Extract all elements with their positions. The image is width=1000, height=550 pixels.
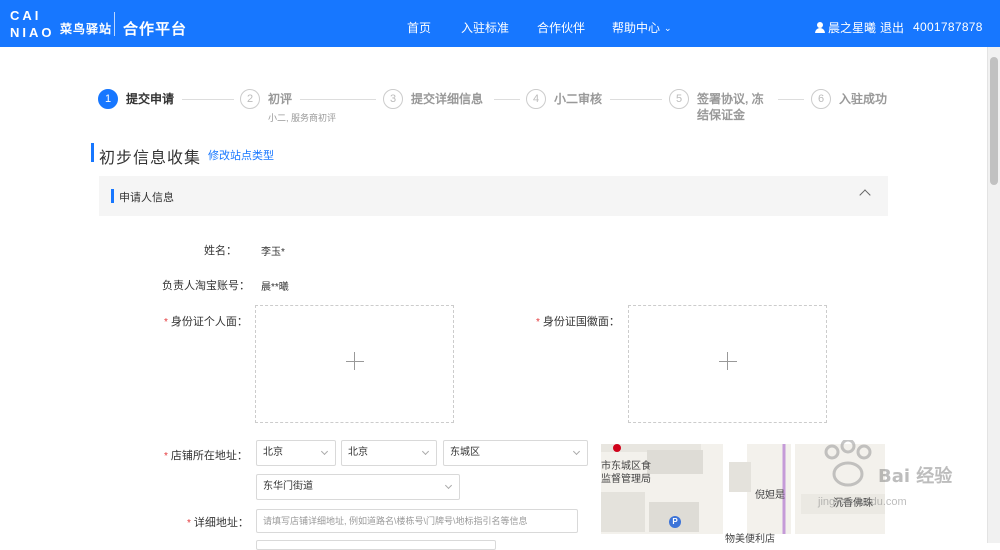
id-back-label-text: 身份证国徽面： <box>542 316 620 328</box>
logout-link[interactable]: 退出 <box>880 21 904 35</box>
panel-title: 申请人信息 <box>119 192 174 204</box>
step-number: 4 <box>526 89 546 109</box>
step-number: 5 <box>669 89 689 109</box>
chevron-down-icon: ⌄ <box>664 23 672 33</box>
district-select[interactable]: 东城区 <box>443 440 588 466</box>
street-value: 东华门街道 <box>263 481 313 492</box>
name-label: 姓名： <box>204 245 237 257</box>
map-label: 监督管理局 <box>601 474 651 485</box>
next-field-input[interactable] <box>256 540 496 550</box>
user-name[interactable]: 晨之星曦 <box>828 21 876 35</box>
step-number: 2 <box>240 89 260 109</box>
step-connector <box>610 99 662 100</box>
required-mark: * <box>164 317 168 328</box>
logo-divider <box>114 12 115 36</box>
step-sublabel: 小二, 服务商初评 <box>268 113 337 123</box>
panel-accent-bar <box>111 189 114 203</box>
step-label-line2: 结保证金 <box>697 108 746 122</box>
step-connector <box>778 99 804 100</box>
chevron-down-icon <box>572 447 581 456</box>
chevron-down-icon <box>421 447 430 456</box>
province-select[interactable]: 北京 <box>256 440 336 466</box>
chevron-up-icon[interactable] <box>859 189 871 201</box>
hotline-phone: 4001787878 <box>913 20 983 34</box>
map-label: 物美便利店 <box>725 534 775 543</box>
map-label: 倪妲是 <box>755 490 785 501</box>
detail-address-label-text: 详细地址： <box>193 517 249 529</box>
name-value: 李玉* <box>261 247 285 258</box>
step-label: 签署协议, 冻 <box>697 92 764 106</box>
city-value: 北京 <box>348 447 368 458</box>
location-map[interactable]: 市东城区食 监督管理局 倪妲是 沉香佛珠 P 物美便利店 <box>601 444 885 543</box>
page-scrollbar[interactable] <box>987 47 1000 543</box>
step-label: 提交申请 <box>126 92 175 106</box>
step-label: 初评 <box>268 92 293 106</box>
user-icon <box>815 22 825 33</box>
step-connector <box>300 99 376 100</box>
chevron-down-icon <box>444 481 453 490</box>
id-back-label: * 身份证国徽面： <box>536 313 620 329</box>
district-value: 东城区 <box>450 447 480 458</box>
detail-address-input[interactable]: 请填写店铺详细地址, 例如道路名\楼栋号\门牌号\地标指引名等信息 <box>256 509 578 533</box>
step-number: 6 <box>811 89 831 109</box>
id-front-label: * 身份证个人面： <box>164 313 248 329</box>
step-number: 1 <box>98 89 118 109</box>
store-address-label-text: 店铺所在地址： <box>170 450 248 462</box>
step-label: 入驻成功 <box>839 92 888 106</box>
plus-icon <box>346 361 364 362</box>
required-mark: * <box>536 317 540 328</box>
street-select[interactable]: 东华门街道 <box>256 474 460 500</box>
applicant-info-panel-header[interactable]: 申请人信息 <box>99 176 888 216</box>
nav-standards[interactable]: 入驻标准 <box>461 19 509 36</box>
nav-partners[interactable]: 合作伙伴 <box>537 19 585 36</box>
parking-icon: P <box>669 516 681 528</box>
plus-icon <box>354 352 355 370</box>
required-mark: * <box>164 451 168 462</box>
detail-address-label: * 详细地址： <box>187 514 249 530</box>
id-front-label-text: 身份证个人面： <box>170 316 248 328</box>
logo-chinese-name: 菜鸟驿站 <box>60 22 113 36</box>
step-number: 3 <box>383 89 403 109</box>
chevron-down-icon <box>320 447 329 456</box>
province-value: 北京 <box>263 447 283 458</box>
plus-icon <box>719 361 737 362</box>
step-label: 小二审核 <box>554 92 603 106</box>
map-label: 沉香佛珠 <box>833 498 873 509</box>
cainiao-logo[interactable]: CAI NIAO 菜鸟驿站 <box>10 9 114 39</box>
nav-home[interactable]: 首页 <box>407 19 431 36</box>
top-navigation-bar: CAI NIAO 菜鸟驿站 合作平台 首页 入驻标准 合作伙伴 帮助中心 ⌄ 晨之… <box>0 0 1000 47</box>
store-address-label: * 店铺所在地址： <box>164 447 248 463</box>
step-connector <box>494 99 520 100</box>
nav-help-center[interactable]: 帮助中心 ⌄ <box>612 19 672 36</box>
section-accent-bar <box>91 143 94 162</box>
watermark-text: Bai 经验 <box>878 466 953 487</box>
change-station-type-link[interactable]: 修改站点类型 <box>208 147 274 163</box>
plus-icon <box>727 352 728 370</box>
user-menu: 晨之星曦 退出 <box>815 19 904 36</box>
logo-line1: CAI <box>10 8 42 23</box>
logo-line2: NIAO <box>10 25 55 40</box>
scrollbar-thumb[interactable] <box>990 57 998 185</box>
nav-help-label: 帮助中心 <box>612 21 661 35</box>
taobao-account-label: 负责人淘宝账号： <box>162 280 250 292</box>
id-front-upload[interactable] <box>255 305 454 423</box>
city-select[interactable]: 北京 <box>341 440 437 466</box>
step-label: 提交详细信息 <box>411 92 484 106</box>
logo-mark: CAI NIAO <box>10 9 55 39</box>
taobao-account-value: 晨**曦 <box>261 282 289 293</box>
map-pin-icon[interactable] <box>613 444 621 452</box>
id-back-upload[interactable] <box>628 305 827 423</box>
section-title: 初步信息收集 <box>99 150 202 167</box>
platform-title: 合作平台 <box>123 21 188 38</box>
required-mark: * <box>187 518 191 529</box>
step-connector <box>182 99 234 100</box>
